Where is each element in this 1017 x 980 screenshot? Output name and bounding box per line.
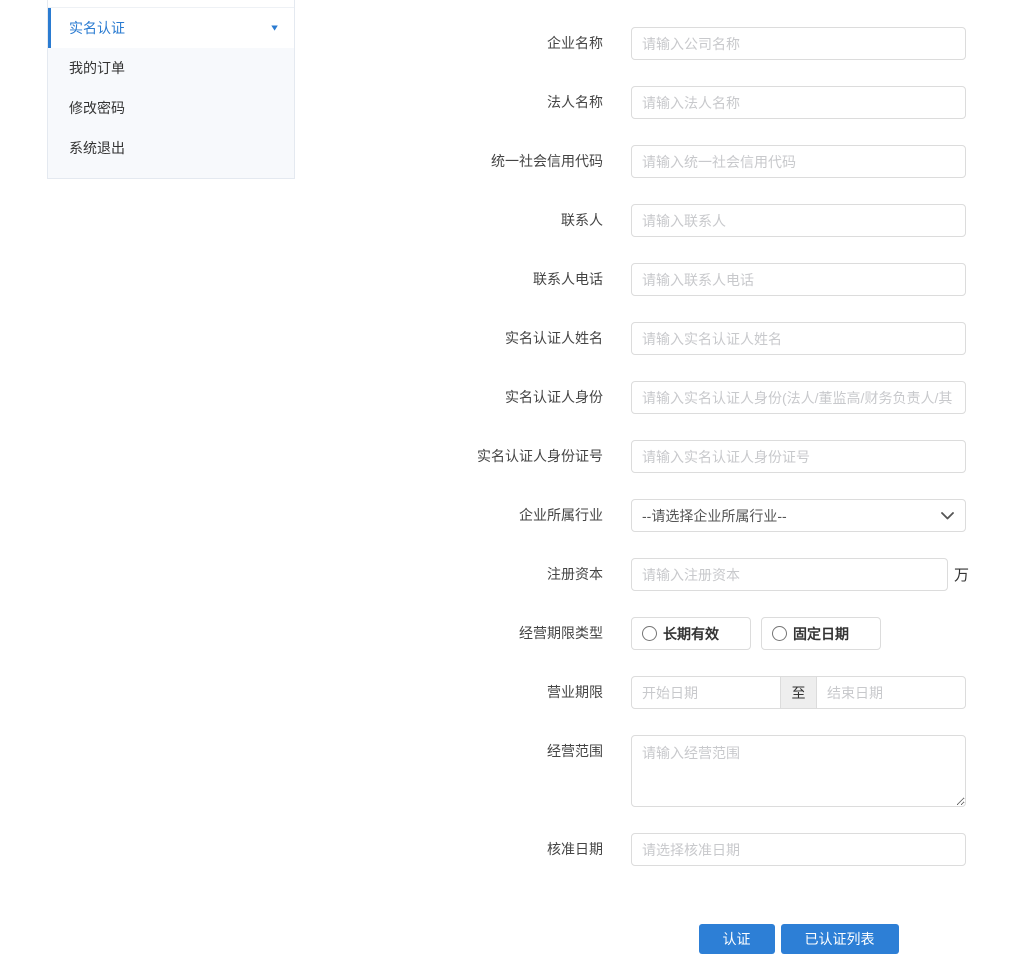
contact-label: 联系人 <box>561 212 603 228</box>
form-row-actions: 认证 已认证列表 <box>0 892 966 954</box>
credit-code-input[interactable] <box>631 145 966 178</box>
end-date-input[interactable] <box>816 676 966 709</box>
contact-input[interactable] <box>631 204 966 237</box>
business-scope-label: 经营范围 <box>547 743 603 759</box>
legal-person-input[interactable] <box>631 86 966 119</box>
fixed-date-radio-label: 固定日期 <box>793 625 849 642</box>
certifier-name-label: 实名认证人姓名 <box>505 330 603 346</box>
credit-code-label: 统一社会信用代码 <box>491 153 603 169</box>
certify-button[interactable]: 认证 <box>698 924 775 954</box>
legal-person-label: 法人名称 <box>547 94 603 110</box>
registered-capital-input[interactable] <box>631 558 948 591</box>
form-row-contact-phone: 联系人电话 <box>0 263 966 296</box>
certifier-identity-label: 实名认证人身份 <box>505 389 603 405</box>
term-type-label: 经营期限类型 <box>519 625 603 641</box>
term-type-option-fixed-date[interactable]: 固定日期 <box>761 617 881 650</box>
form-row-certifier-identity: 实名认证人身份 <box>0 381 966 414</box>
form-row-contact: 联系人 <box>0 204 966 237</box>
industry-label: 企业所属行业 <box>519 507 603 523</box>
long-term-radio[interactable] <box>642 626 657 641</box>
form-row-industry: 企业所属行业 --请选择企业所属行业-- <box>0 499 966 532</box>
company-name-label: 企业名称 <box>547 35 603 51</box>
enterprise-auth-form: 企业名称 法人名称 统一社会信用代码 联系人 联系人电话 实名认证人姓名 <box>0 27 970 980</box>
form-row-term-type: 经营期限类型 长期有效 固定日期 <box>0 617 966 650</box>
certifier-id-number-input[interactable] <box>631 440 966 473</box>
long-term-radio-label: 长期有效 <box>663 625 719 642</box>
form-row-registered-capital: 注册资本 万 <box>0 558 970 591</box>
form-row-company-name: 企业名称 <box>0 27 966 60</box>
certifier-id-number-label: 实名认证人身份证号 <box>477 448 603 464</box>
certifier-name-input[interactable] <box>631 322 966 355</box>
certified-list-button[interactable]: 已认证列表 <box>780 924 899 954</box>
business-scope-textarea[interactable] <box>631 735 966 807</box>
form-row-approval-date: 核准日期 <box>0 833 966 866</box>
business-period-range: 至 <box>631 676 966 709</box>
date-range-separator: 至 <box>780 676 817 709</box>
form-row-legal-person: 法人名称 <box>0 86 966 119</box>
term-type-option-long-term[interactable]: 长期有效 <box>631 617 751 650</box>
form-row-business-scope: 经营范围 <box>0 735 966 807</box>
form-row-credit-code: 统一社会信用代码 <box>0 145 966 178</box>
company-name-input[interactable] <box>631 27 966 60</box>
sidebar-top-divider <box>48 0 294 8</box>
certifier-identity-input[interactable] <box>631 381 966 414</box>
form-row-business-period: 营业期限 至 <box>0 676 966 709</box>
capital-unit-label: 万 <box>954 567 970 584</box>
approval-date-label: 核准日期 <box>547 841 603 857</box>
start-date-input[interactable] <box>631 676 781 709</box>
fixed-date-radio[interactable] <box>772 626 787 641</box>
registered-capital-label: 注册资本 <box>547 566 603 582</box>
contact-phone-label: 联系人电话 <box>533 271 603 287</box>
form-row-certifier-id-number: 实名认证人身份证号 <box>0 440 966 473</box>
approval-date-input[interactable] <box>631 833 966 866</box>
industry-select[interactable]: --请选择企业所属行业-- <box>631 499 966 532</box>
contact-phone-input[interactable] <box>631 263 966 296</box>
form-row-certifier-name: 实名认证人姓名 <box>0 322 966 355</box>
business-period-label: 营业期限 <box>547 684 603 700</box>
